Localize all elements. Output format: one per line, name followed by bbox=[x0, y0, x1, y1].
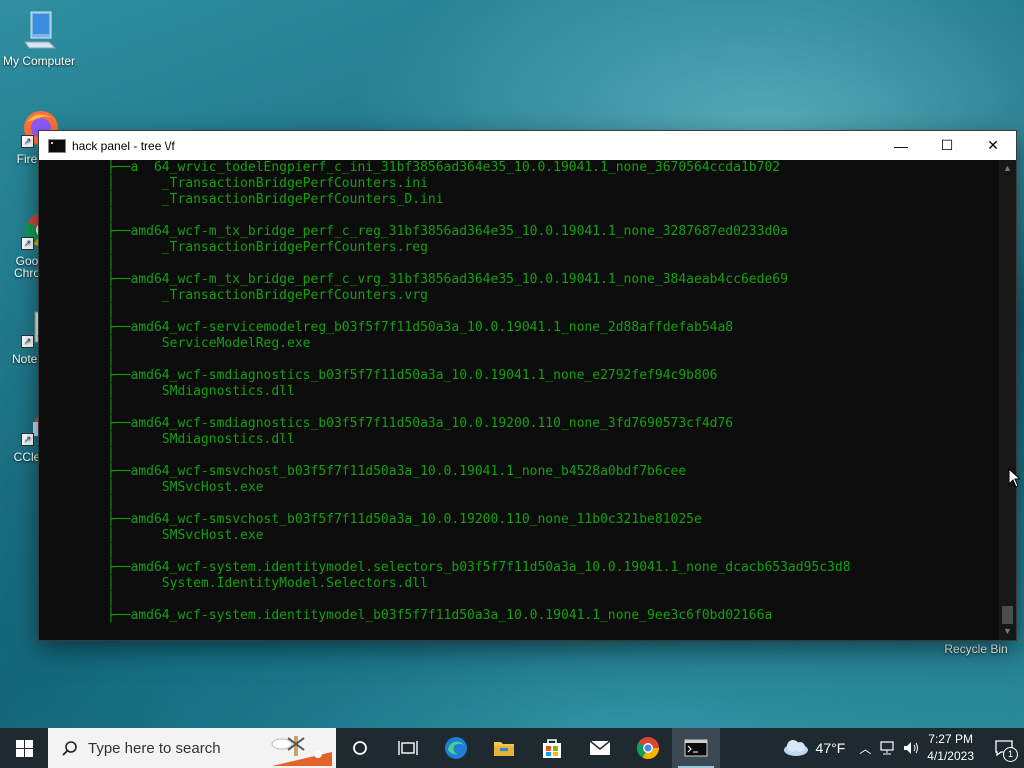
clock-time: 7:27 PM bbox=[928, 732, 973, 746]
console-line: │ bbox=[107, 496, 115, 511]
desktop-icon-label: My Computer bbox=[2, 54, 76, 68]
taskbar-search-box[interactable]: Type here to search bbox=[48, 728, 336, 768]
scroll-down-icon[interactable]: ▼ bbox=[999, 623, 1016, 640]
console-line: │ System.IdentityModel.Selectors.dll bbox=[107, 576, 428, 591]
network-icon[interactable] bbox=[879, 741, 897, 755]
search-highlight-icon bbox=[271, 736, 332, 766]
cortana-icon bbox=[353, 741, 367, 755]
console-line: ├──amd64_wcf-smdiagnostics_b03f5f7f11d50… bbox=[107, 368, 718, 383]
console-line: │ bbox=[107, 448, 115, 463]
console-line: ├──amd64_wcf-servicemodelreg_b03f5f7f11d… bbox=[107, 320, 734, 335]
console-line: │ SMSvcHost.exe bbox=[107, 528, 264, 543]
vertical-scrollbar[interactable]: ▲ ▼ bbox=[999, 160, 1016, 640]
mail-icon bbox=[589, 740, 611, 755]
console-line: │ bbox=[107, 304, 115, 319]
console-output[interactable]: ├──a 64_wrvic_todelEngpierf_c_ini_31bf38… bbox=[39, 160, 999, 640]
cortana-button[interactable] bbox=[336, 728, 384, 768]
shortcut-arrow-icon: ↗ bbox=[21, 135, 34, 148]
console-line: ├──amd64_wcf-smsvchost_b03f5f7f11d50a3a_… bbox=[107, 512, 702, 527]
console-line: │ bbox=[107, 256, 115, 271]
console-line: ├──amd64_wcf-m_tx_bridge_perf_c_reg_31bf… bbox=[107, 224, 788, 239]
clock-date: 4/1/2023 bbox=[927, 749, 974, 763]
desktop-icon-label: Recycle Bin bbox=[944, 642, 1008, 656]
console-line: │ SMdiagnostics.dll bbox=[107, 432, 295, 447]
notification-count-badge: 1 bbox=[1003, 747, 1018, 762]
console-line: │ ServiceModelReg.exe bbox=[107, 336, 311, 351]
cmd-icon bbox=[684, 739, 708, 757]
edge-icon bbox=[445, 737, 467, 759]
scroll-thumb[interactable] bbox=[1002, 606, 1013, 624]
desktop-icon-my-computer[interactable]: My Computer bbox=[0, 10, 78, 68]
scroll-up-icon[interactable]: ▲ bbox=[999, 160, 1016, 177]
chevron-up-icon[interactable]: ︿ bbox=[859, 740, 871, 757]
shortcut-arrow-icon: ↗ bbox=[21, 335, 34, 348]
search-placeholder: Type here to search bbox=[88, 739, 221, 757]
mouse-cursor-icon bbox=[1008, 468, 1020, 488]
start-button[interactable] bbox=[0, 728, 48, 768]
console-line: │ bbox=[107, 352, 115, 367]
taskbar-clock[interactable]: 7:27 PM 4/1/2023 bbox=[927, 731, 974, 765]
minimize-button[interactable]: — bbox=[878, 131, 924, 160]
windows-logo-icon bbox=[15, 739, 33, 757]
system-tray: 47°F ︿ 7:27 PM 4/1/2023 1 bbox=[782, 728, 1024, 768]
chrome-icon bbox=[637, 737, 659, 759]
taskbar-edge[interactable] bbox=[432, 728, 480, 768]
console-line: │ bbox=[107, 208, 115, 223]
console-line: ├──amd64_wcf-system.identitymodel_b03f5f… bbox=[107, 608, 773, 623]
task-view-icon bbox=[398, 741, 418, 755]
console-line: │ _TransactionBridgePerfCounters_D.ini bbox=[107, 192, 444, 207]
notifications-button[interactable]: 1 bbox=[984, 728, 1024, 768]
taskbar-chrome[interactable] bbox=[624, 728, 672, 768]
search-icon bbox=[62, 741, 77, 756]
taskbar-mail[interactable] bbox=[576, 728, 624, 768]
computer-icon bbox=[19, 10, 59, 50]
window-title: hack panel - tree \/f bbox=[72, 138, 175, 153]
shortcut-arrow-icon: ↗ bbox=[21, 433, 34, 446]
cmd-icon bbox=[48, 138, 66, 153]
console-line: ├──amd64_wcf-m_tx_bridge_perf_c_vrg_31bf… bbox=[107, 272, 788, 287]
console-line: │ SMSvcHost.exe bbox=[107, 480, 264, 495]
console-line: │ bbox=[107, 400, 115, 415]
shortcut-arrow-icon: ↗ bbox=[21, 237, 34, 250]
console-window[interactable]: hack panel - tree \/f — ☐ ✕ ├──a 64_wrvi… bbox=[39, 131, 1016, 640]
weather-temperature[interactable]: 47°F bbox=[816, 740, 846, 756]
taskbar-command-prompt[interactable] bbox=[672, 728, 720, 768]
taskbar-file-explorer[interactable] bbox=[480, 728, 528, 768]
console-line: │ _TransactionBridgePerfCounters.ini bbox=[107, 176, 428, 191]
maximize-button[interactable]: ☐ bbox=[924, 131, 970, 160]
console-line: ├──a 64_wrvic_todelEngpierf_c_ini_31bf38… bbox=[107, 160, 781, 175]
store-icon bbox=[543, 739, 561, 758]
volume-icon[interactable] bbox=[903, 741, 921, 755]
task-view-button[interactable] bbox=[384, 728, 432, 768]
taskbar: Type here to search 47°F ︿ 7:27 PM 4/1/2… bbox=[0, 728, 1024, 768]
console-line: ├──amd64_wcf-smdiagnostics_b03f5f7f11d50… bbox=[107, 416, 734, 431]
weather-cloud-icon[interactable] bbox=[782, 739, 810, 757]
console-line: ├──amd64_wcf-system.identitymodel.select… bbox=[107, 560, 851, 575]
close-button[interactable]: ✕ bbox=[970, 131, 1016, 160]
console-line: ├──amd64_wcf-smsvchost_b03f5f7f11d50a3a_… bbox=[107, 464, 687, 479]
taskbar-store[interactable] bbox=[528, 728, 576, 768]
folder-icon bbox=[494, 742, 514, 756]
console-line: │ bbox=[107, 544, 115, 559]
console-line: │ _TransactionBridgePerfCounters.reg bbox=[107, 240, 428, 255]
console-line: │ _TransactionBridgePerfCounters.vrg bbox=[107, 288, 428, 303]
console-line: │ SMdiagnostics.dll bbox=[107, 384, 295, 399]
console-line: │ bbox=[107, 592, 115, 607]
console-titlebar[interactable]: hack panel - tree \/f — ☐ ✕ bbox=[39, 131, 1016, 160]
